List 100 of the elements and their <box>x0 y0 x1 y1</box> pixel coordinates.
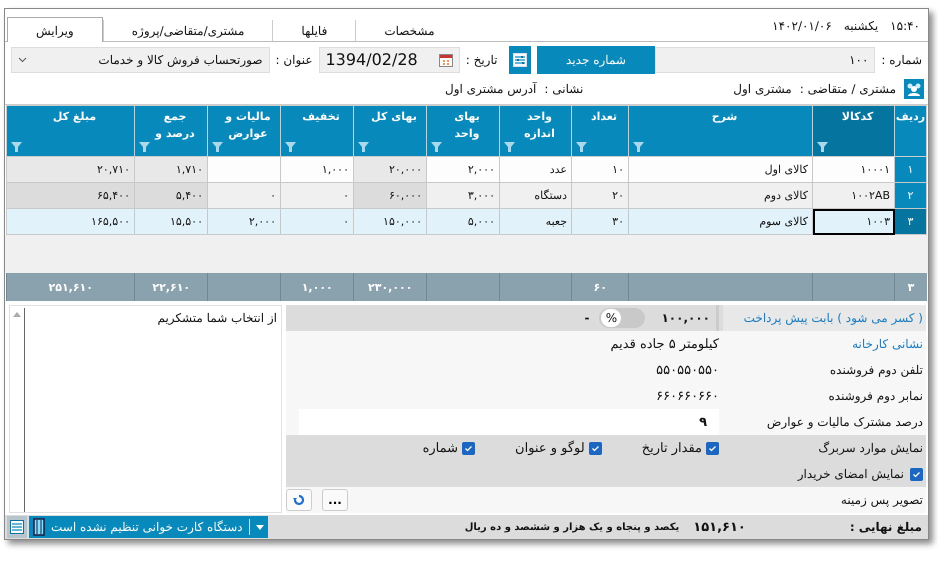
table-cell[interactable]: ۲۰ <box>572 182 628 209</box>
checkbox[interactable] <box>910 468 923 481</box>
date-text: ۱۴۰۲/۰۱/۰۶ <box>772 18 832 33</box>
table-cell[interactable]: ۲,۰۰۰ <box>208 208 280 235</box>
table-cell[interactable]: ۵,۰۰۰ <box>426 208 500 235</box>
table-cell[interactable]: ۵,۴۰۰ <box>134 182 208 209</box>
table-cell[interactable]: ۰ <box>208 182 280 209</box>
total-cell: ۲۵۱,۶۱۰ <box>6 273 135 302</box>
card-reader-dropdown[interactable]: دستگاه کارت خوانی تنظیم نشده است <box>29 516 268 538</box>
input-field[interactable]: ۹ <box>299 409 719 436</box>
table-cell[interactable]: ۰ <box>280 208 354 235</box>
filter-icon[interactable] <box>11 142 22 152</box>
address-text: آدرس مشتری اول <box>445 82 536 96</box>
table-cell[interactable]: ۱,۷۱۰ <box>134 156 208 183</box>
checkbox[interactable] <box>588 442 602 455</box>
table-cell[interactable]: ۱۵۰,۰۰۰ <box>354 208 426 235</box>
table-cell[interactable]: ۱,۰۰۰ <box>280 156 354 183</box>
table-cell[interactable]: ۲۰,۷۱۰ <box>6 156 134 183</box>
caret-icon <box>256 524 264 530</box>
column-header[interactable]: تخفیف <box>280 106 354 157</box>
checkmark-icon <box>912 470 921 479</box>
table-cell[interactable]: ۱۰۰۲AB <box>812 182 894 209</box>
table-cell[interactable]: دستگاه <box>500 182 572 209</box>
final-total-value: ۱۵۱,۶۱۰ <box>693 520 746 535</box>
table-cell[interactable]: ۲,۰۰۰ <box>426 156 500 183</box>
date-field[interactable]: 1394/02/28 <box>318 46 460 73</box>
field-label: تصویر پس زمینه <box>840 493 923 508</box>
tab[interactable]: ویرایش <box>7 16 103 42</box>
table-cell[interactable]: ۳,۰۰۰ <box>426 182 500 209</box>
percent-toggle[interactable]: % <box>599 308 646 328</box>
checkbox[interactable] <box>462 442 476 455</box>
customer-label: مشتری / متقاضی : <box>800 82 896 96</box>
new-number-button[interactable]: شماره جدید <box>537 46 655 74</box>
filter-icon[interactable] <box>285 142 296 152</box>
title-dropdown[interactable]: صورتحساب فروش کالا و خدمات <box>11 46 270 73</box>
tab[interactable]: مشخصات <box>355 20 463 41</box>
address-label: نشانی : <box>544 82 584 96</box>
number-field[interactable]: ۱۰۰ <box>654 46 876 73</box>
total-cell: ۲۳۰,۰۰۰ <box>354 273 427 302</box>
table-cell[interactable]: ۱۰ <box>572 156 628 183</box>
total-cell: ۲۲,۶۱۰ <box>134 273 208 302</box>
calendar-icon[interactable] <box>438 52 453 67</box>
field-label: نمابر دوم فروشنده <box>828 389 923 404</box>
table-cell[interactable]: کالای اول <box>628 156 812 183</box>
date-label: تاریخ : <box>466 52 498 67</box>
table-cell[interactable]: کالای دوم <box>628 182 812 209</box>
table-cell[interactable]: ۳۰ <box>572 208 628 235</box>
checkbox[interactable] <box>706 442 719 455</box>
table-cell[interactable]: ۶۰,۰۰۰ <box>354 182 426 209</box>
settings-icon[interactable] <box>509 46 532 74</box>
field-value[interactable]: ۵۵۰۵۵۰۵۵۰ <box>656 362 719 378</box>
table-cell[interactable]: ۲۰,۰۰۰ <box>354 156 426 183</box>
refresh-icon[interactable] <box>286 489 312 512</box>
column-header[interactable]: مالیات و عوارض <box>208 106 280 157</box>
filter-icon[interactable] <box>139 142 150 152</box>
table-cell[interactable]: ۱ <box>894 156 926 183</box>
table-cell[interactable]: ۳ <box>894 208 926 235</box>
table-cell[interactable]: ۱۰۰۰۱ <box>812 156 894 183</box>
table-cell[interactable]: ۱۵,۵۰۰ <box>134 208 208 235</box>
table-cell[interactable]: ۱۰۰۳ <box>812 208 894 235</box>
table-cell[interactable]: ۰ <box>280 182 354 209</box>
filter-icon[interactable] <box>212 142 223 152</box>
table-cell[interactable] <box>208 156 280 183</box>
filter-icon[interactable] <box>817 142 828 152</box>
filter-icon[interactable] <box>576 142 587 152</box>
filter-icon[interactable] <box>504 142 515 152</box>
table-cell[interactable]: جعبه <box>500 208 572 235</box>
field-label: نشانی کارخانه <box>852 337 923 352</box>
column-header[interactable]: کدکالا <box>812 106 894 157</box>
column-header[interactable]: مبلغ کل <box>6 106 134 157</box>
column-header[interactable]: واحد اندازه <box>500 106 572 157</box>
column-header[interactable]: تعداد <box>572 106 628 157</box>
scroll-up-icon[interactable] <box>13 312 21 318</box>
tab[interactable]: فایلها <box>272 20 356 41</box>
table-cell[interactable]: کالای سوم <box>628 208 812 235</box>
browse-button[interactable]: ... <box>322 489 348 512</box>
filter-icon[interactable] <box>633 142 644 152</box>
column-header[interactable]: ردیف <box>894 106 926 157</box>
customer-name: مشتری اول <box>733 82 792 96</box>
table-cell[interactable]: ۲ <box>894 182 926 209</box>
card-reader-icon <box>33 518 45 536</box>
notes-field[interactable]: از انتخاب شما متشکریم <box>9 305 282 514</box>
filter-icon[interactable] <box>431 142 442 152</box>
column-header[interactable]: شرح <box>628 106 812 157</box>
settings-icon[interactable] <box>7 516 27 538</box>
table-cell[interactable]: ۶۵,۴۰۰ <box>6 182 134 209</box>
table-cell[interactable]: ۱۶۵,۵۰۰ <box>6 208 134 235</box>
field-value[interactable]: ۶۶۰۶۶۰۶۶۰ <box>656 388 719 404</box>
column-header[interactable]: بهای کل <box>354 106 426 157</box>
table-cell[interactable]: عدد <box>500 156 572 183</box>
checkbox-label: شماره <box>422 440 458 456</box>
filter-icon[interactable] <box>358 142 369 152</box>
checkmark-icon <box>590 444 600 453</box>
people-icon <box>904 79 924 100</box>
field-value[interactable]: کیلومتر ۵ جاده قدیم <box>610 336 719 352</box>
checkbox-label: مقدار تاریخ <box>642 440 702 456</box>
total-cell: ۱,۰۰۰ <box>280 273 354 302</box>
column-header[interactable]: بهای واحد <box>426 106 500 157</box>
column-header[interactable]: جمع درصد و <box>134 106 208 157</box>
checkmark-icon <box>708 444 717 453</box>
